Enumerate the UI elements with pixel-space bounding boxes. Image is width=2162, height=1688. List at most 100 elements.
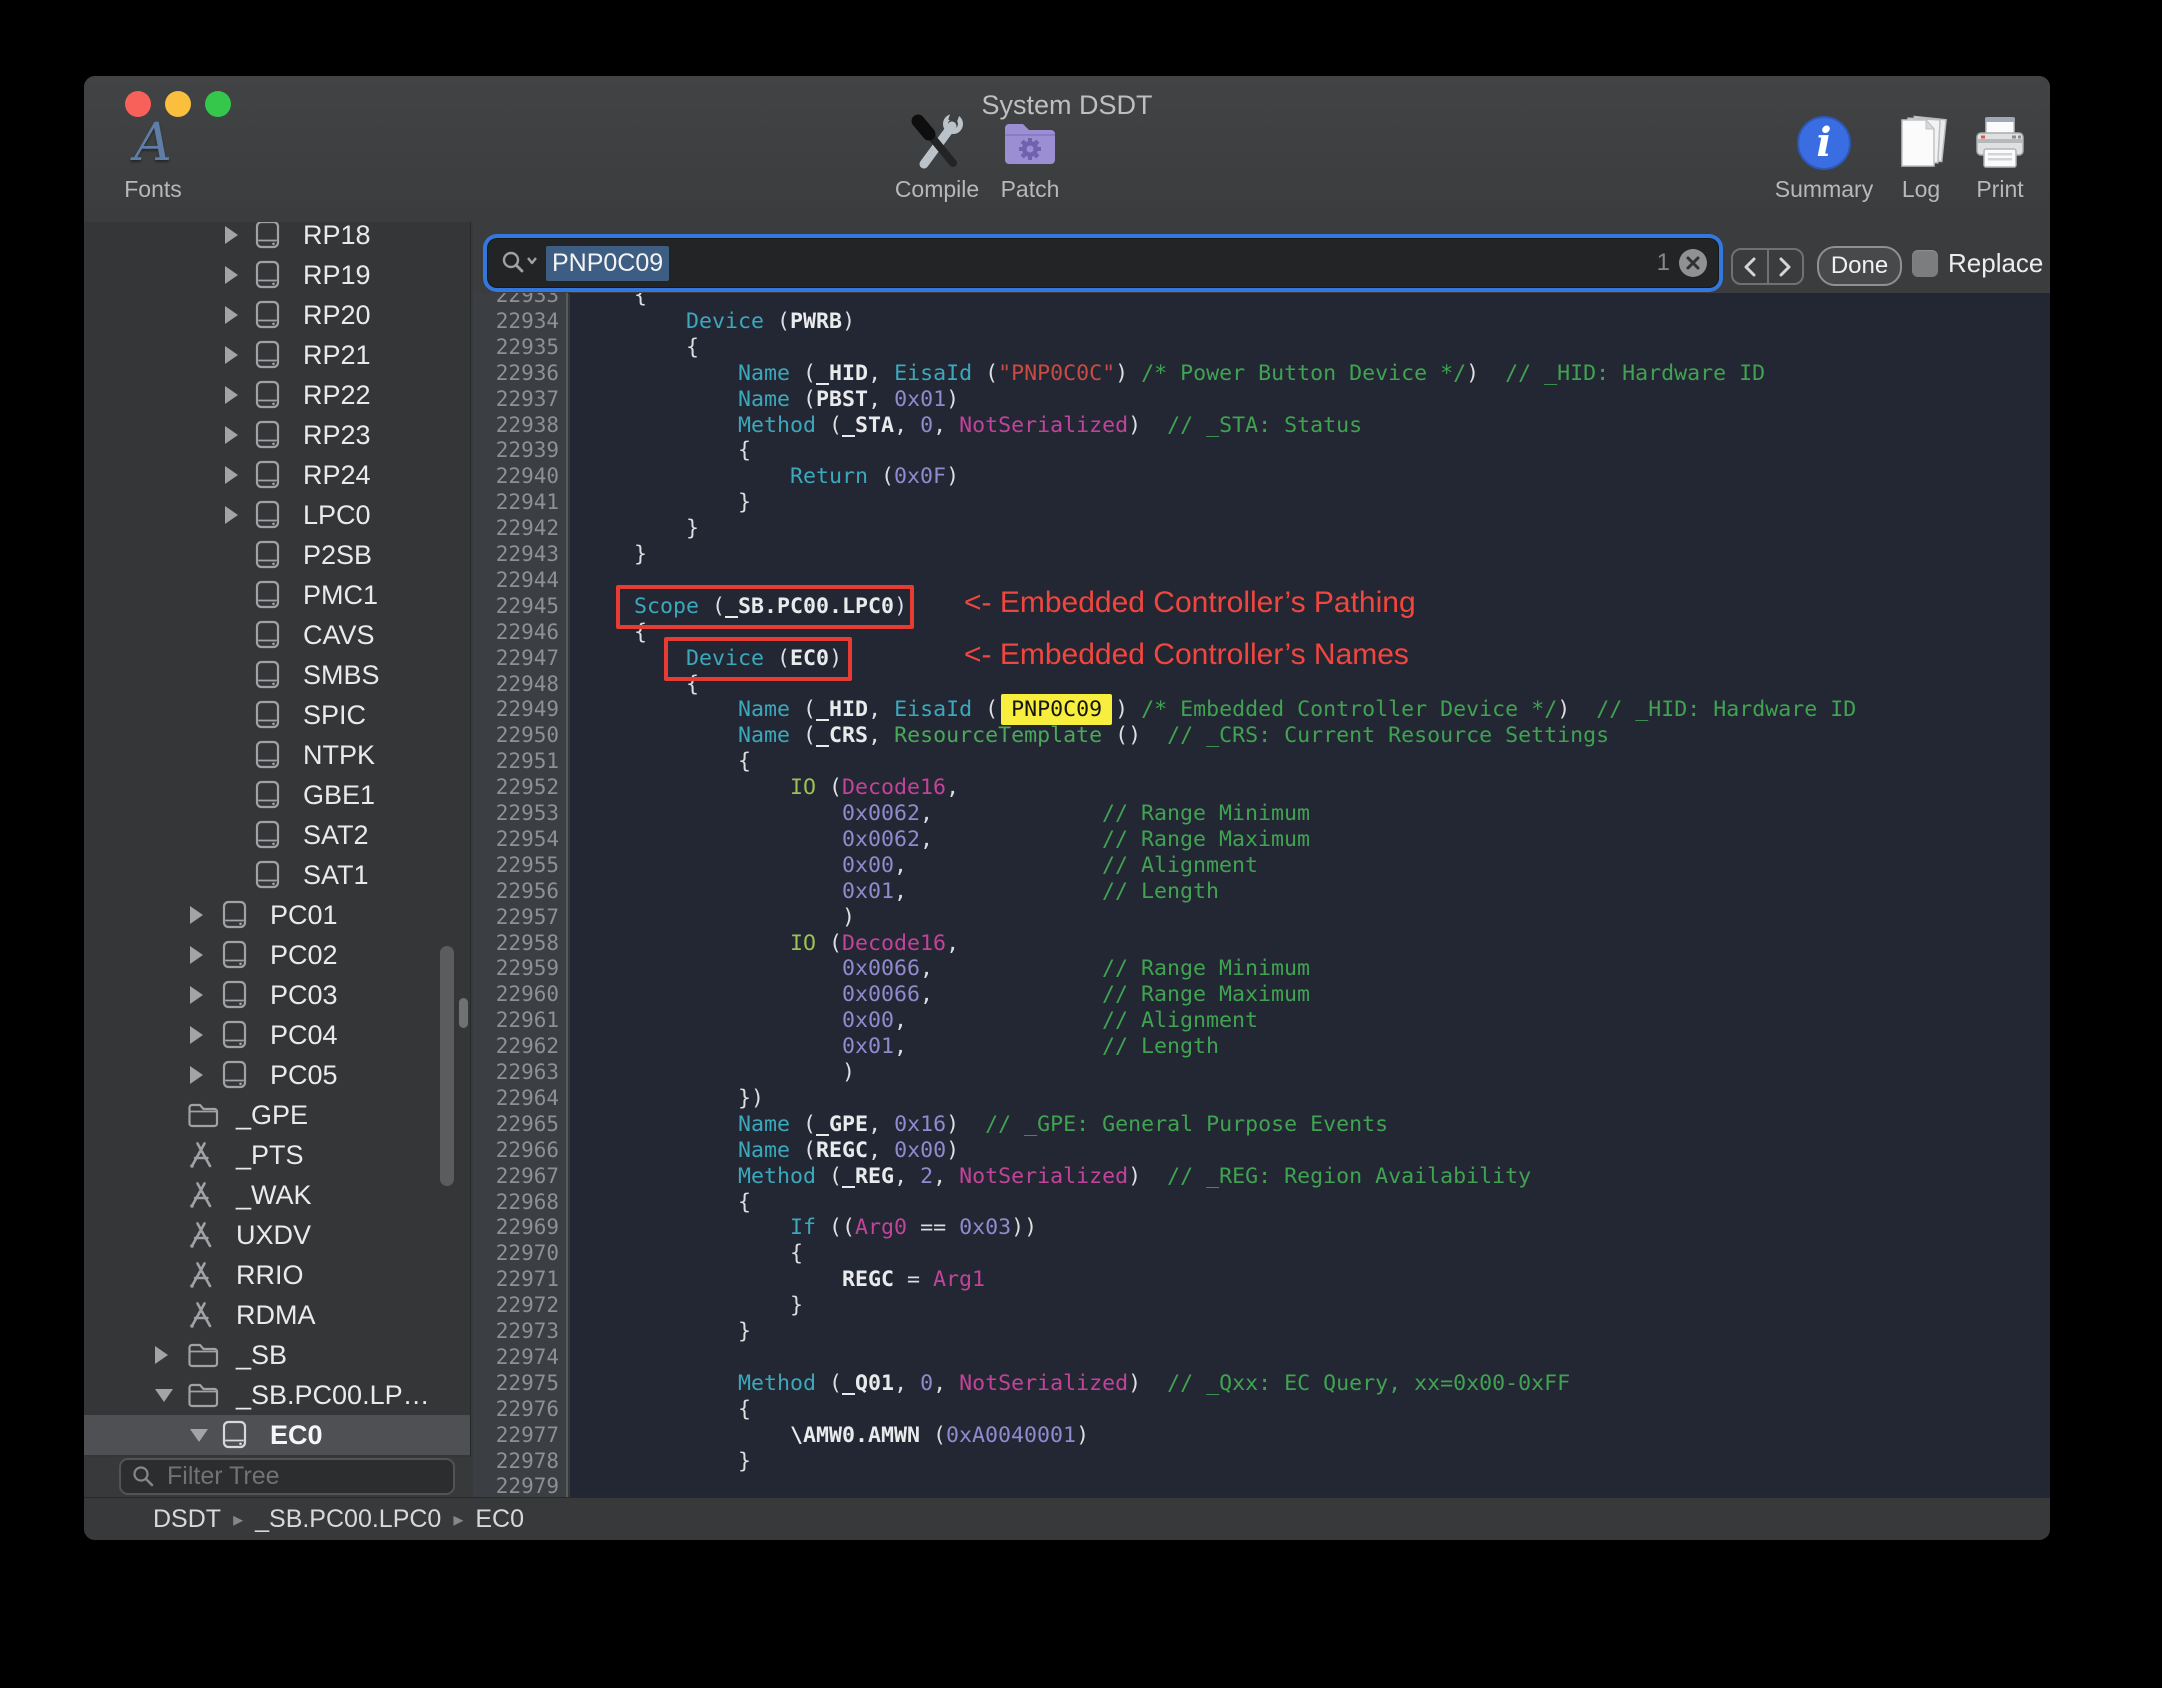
sidebar-item-sat1[interactable]: SAT1: [84, 855, 470, 895]
pane-splitter-handle[interactable]: [459, 998, 468, 1028]
code-line[interactable]: {: [582, 1241, 803, 1267]
disclosure-triangle-down[interactable]: [155, 1389, 173, 1402]
breadcrumb-part[interactable]: EC0: [475, 1505, 524, 1534]
code-line[interactable]: {: [582, 1190, 751, 1216]
code-line[interactable]: }: [582, 542, 647, 568]
sidebar-item-rp21[interactable]: RP21: [84, 335, 470, 375]
sidebar-item-sat2[interactable]: SAT2: [84, 815, 470, 855]
sidebar-item-gbe1[interactable]: GBE1: [84, 775, 470, 815]
code-line[interactable]: If ((Arg0 == 0x03)): [582, 1215, 1037, 1241]
code-line[interactable]: 0x0066, // Range Minimum: [582, 956, 1310, 982]
disclosure-triangle-down[interactable]: [190, 1429, 208, 1442]
breadcrumb-part[interactable]: _SB.PC00.LPC0: [255, 1505, 441, 1534]
code-line[interactable]: Name (_HID, EisaId ("PNP0C09") /* Embedd…: [582, 694, 1856, 726]
code-line[interactable]: {: [582, 335, 699, 361]
code-line[interactable]: 0x0062, // Range Maximum: [582, 827, 1310, 853]
sidebar-item-_pts[interactable]: _PTS: [84, 1135, 470, 1175]
sidebar-item-p2sb[interactable]: P2SB: [84, 535, 470, 575]
code-line[interactable]: 0x01, // Length: [582, 1034, 1219, 1060]
code-line[interactable]: }: [582, 490, 751, 516]
clear-search-icon[interactable]: [1678, 248, 1708, 278]
code-line[interactable]: }: [582, 1319, 751, 1345]
sidebar-item-rp22[interactable]: RP22: [84, 375, 470, 415]
disclosure-triangle-right[interactable]: [225, 226, 238, 244]
sidebar-item-lpc0[interactable]: LPC0: [84, 495, 470, 535]
sidebar-item-pc01[interactable]: PC01: [84, 895, 470, 935]
sidebar-item-spic[interactable]: SPIC: [84, 695, 470, 735]
sidebar-item-rrio[interactable]: RRIO: [84, 1255, 470, 1295]
code-line[interactable]: Name (_GPE, 0x16) // _GPE: General Purpo…: [582, 1112, 1388, 1138]
previous-match-button[interactable]: [1733, 250, 1767, 283]
done-button[interactable]: Done: [1817, 246, 1902, 286]
code-line[interactable]: IO (Decode16,: [582, 931, 959, 957]
code-line[interactable]: ): [582, 905, 855, 931]
code-line[interactable]: Device (PWRB): [582, 309, 855, 335]
code-line[interactable]: Name (REGC, 0x00): [582, 1138, 959, 1164]
sidebar-item-smbs[interactable]: SMBS: [84, 655, 470, 695]
code-line[interactable]: Name (_CRS, ResourceTemplate () // _CRS:…: [582, 723, 1609, 749]
print-toolbar-button[interactable]: Print: [1935, 112, 2050, 203]
code-line[interactable]: 0x00, // Alignment: [582, 853, 1258, 879]
sidebar-item-_sbpc00lp[interactable]: _SB.PC00.LP…: [84, 1375, 470, 1415]
disclosure-triangle-right[interactable]: [225, 346, 238, 364]
sidebar-item-ntpk[interactable]: NTPK: [84, 735, 470, 775]
code-line[interactable]: 0x0066, // Range Maximum: [582, 982, 1310, 1008]
sidebar-item-_gpe[interactable]: _GPE: [84, 1095, 470, 1135]
replace-checkbox[interactable]: [1912, 250, 1938, 277]
disclosure-triangle-right[interactable]: [190, 986, 203, 1004]
sidebar-item-rp18[interactable]: RP18: [84, 222, 470, 255]
search-icon[interactable]: [500, 249, 540, 277]
code-line[interactable]: REGC = Arg1: [582, 1267, 985, 1293]
disclosure-triangle-right[interactable]: [190, 1066, 203, 1084]
disclosure-triangle-right[interactable]: [225, 266, 238, 284]
disclosure-triangle-right[interactable]: [225, 386, 238, 404]
code-line[interactable]: Method (_Q01, 0, NotSerialized) // _Qxx:…: [582, 1371, 1570, 1397]
disclosure-triangle-right[interactable]: [225, 306, 238, 324]
sidebar-item-pc02[interactable]: PC02: [84, 935, 470, 975]
code-line[interactable]: Method (_REG, 2, NotSerialized) // _REG:…: [582, 1164, 1531, 1190]
code-line[interactable]: 0x0062, // Range Minimum: [582, 801, 1310, 827]
code-line[interactable]: IO (Decode16,: [582, 775, 959, 801]
sidebar-item-cavs[interactable]: CAVS: [84, 615, 470, 655]
code-line[interactable]: 0x01, // Length: [582, 879, 1219, 905]
search-input[interactable]: PNP0C09 1: [488, 239, 1718, 287]
disclosure-triangle-right[interactable]: [155, 1346, 168, 1364]
sidebar-item-_wak[interactable]: _WAK: [84, 1175, 470, 1215]
sidebar-item-rp19[interactable]: RP19: [84, 255, 470, 295]
disclosure-triangle-right[interactable]: [225, 506, 238, 524]
sidebar-item-rp24[interactable]: RP24: [84, 455, 470, 495]
disclosure-triangle-right[interactable]: [225, 426, 238, 444]
disclosure-triangle-right[interactable]: [190, 1026, 203, 1044]
sidebar-item-pc05[interactable]: PC05: [84, 1055, 470, 1095]
code-line[interactable]: {: [582, 438, 751, 464]
code-line[interactable]: ): [582, 1060, 855, 1086]
code-line[interactable]: }: [582, 1449, 751, 1475]
fonts-toolbar-button[interactable]: A Fonts: [88, 112, 218, 203]
code-line[interactable]: }: [582, 1293, 803, 1319]
disclosure-triangle-right[interactable]: [225, 466, 238, 484]
sidebar-item-pmc1[interactable]: PMC1: [84, 575, 470, 615]
sidebar-item-pc03[interactable]: PC03: [84, 975, 470, 1015]
code-line[interactable]: {: [582, 749, 751, 775]
sidebar-item-rp23[interactable]: RP23: [84, 415, 470, 455]
sidebar-item-rp20[interactable]: RP20: [84, 295, 470, 335]
code-line[interactable]: Name (PBST, 0x01): [582, 387, 959, 413]
code-line[interactable]: {: [582, 1397, 751, 1423]
code-line[interactable]: Return (0x0F): [582, 464, 959, 490]
code-line[interactable]: \AMW0.AMWN (0xA0040001): [582, 1423, 1089, 1449]
filter-tree-input[interactable]: Filter Tree: [119, 1458, 455, 1495]
sidebar-item-uxdv[interactable]: UXDV: [84, 1215, 470, 1255]
code-line[interactable]: Name (_HID, EisaId ("PNP0C0C") /* Power …: [582, 361, 1765, 387]
code-line[interactable]: 0x00, // Alignment: [582, 1008, 1258, 1034]
breadcrumb-part[interactable]: DSDT: [153, 1505, 221, 1534]
next-match-button[interactable]: [1766, 250, 1803, 283]
code-line[interactable]: Method (_STA, 0, NotSerialized) // _STA:…: [582, 413, 1362, 439]
code-line[interactable]: }: [582, 516, 699, 542]
sidebar-item-rdma[interactable]: RDMA: [84, 1295, 470, 1335]
code-editor[interactable]: { Device (PWRB) { Name (_HID, EisaId ("P…: [570, 293, 2050, 1497]
code-line[interactable]: }): [582, 1086, 764, 1112]
sidebar-scrollbar[interactable]: [440, 946, 454, 1186]
disclosure-triangle-right[interactable]: [190, 906, 203, 924]
disclosure-triangle-right[interactable]: [190, 946, 203, 964]
sidebar-item-ec0[interactable]: EC0: [84, 1415, 470, 1455]
